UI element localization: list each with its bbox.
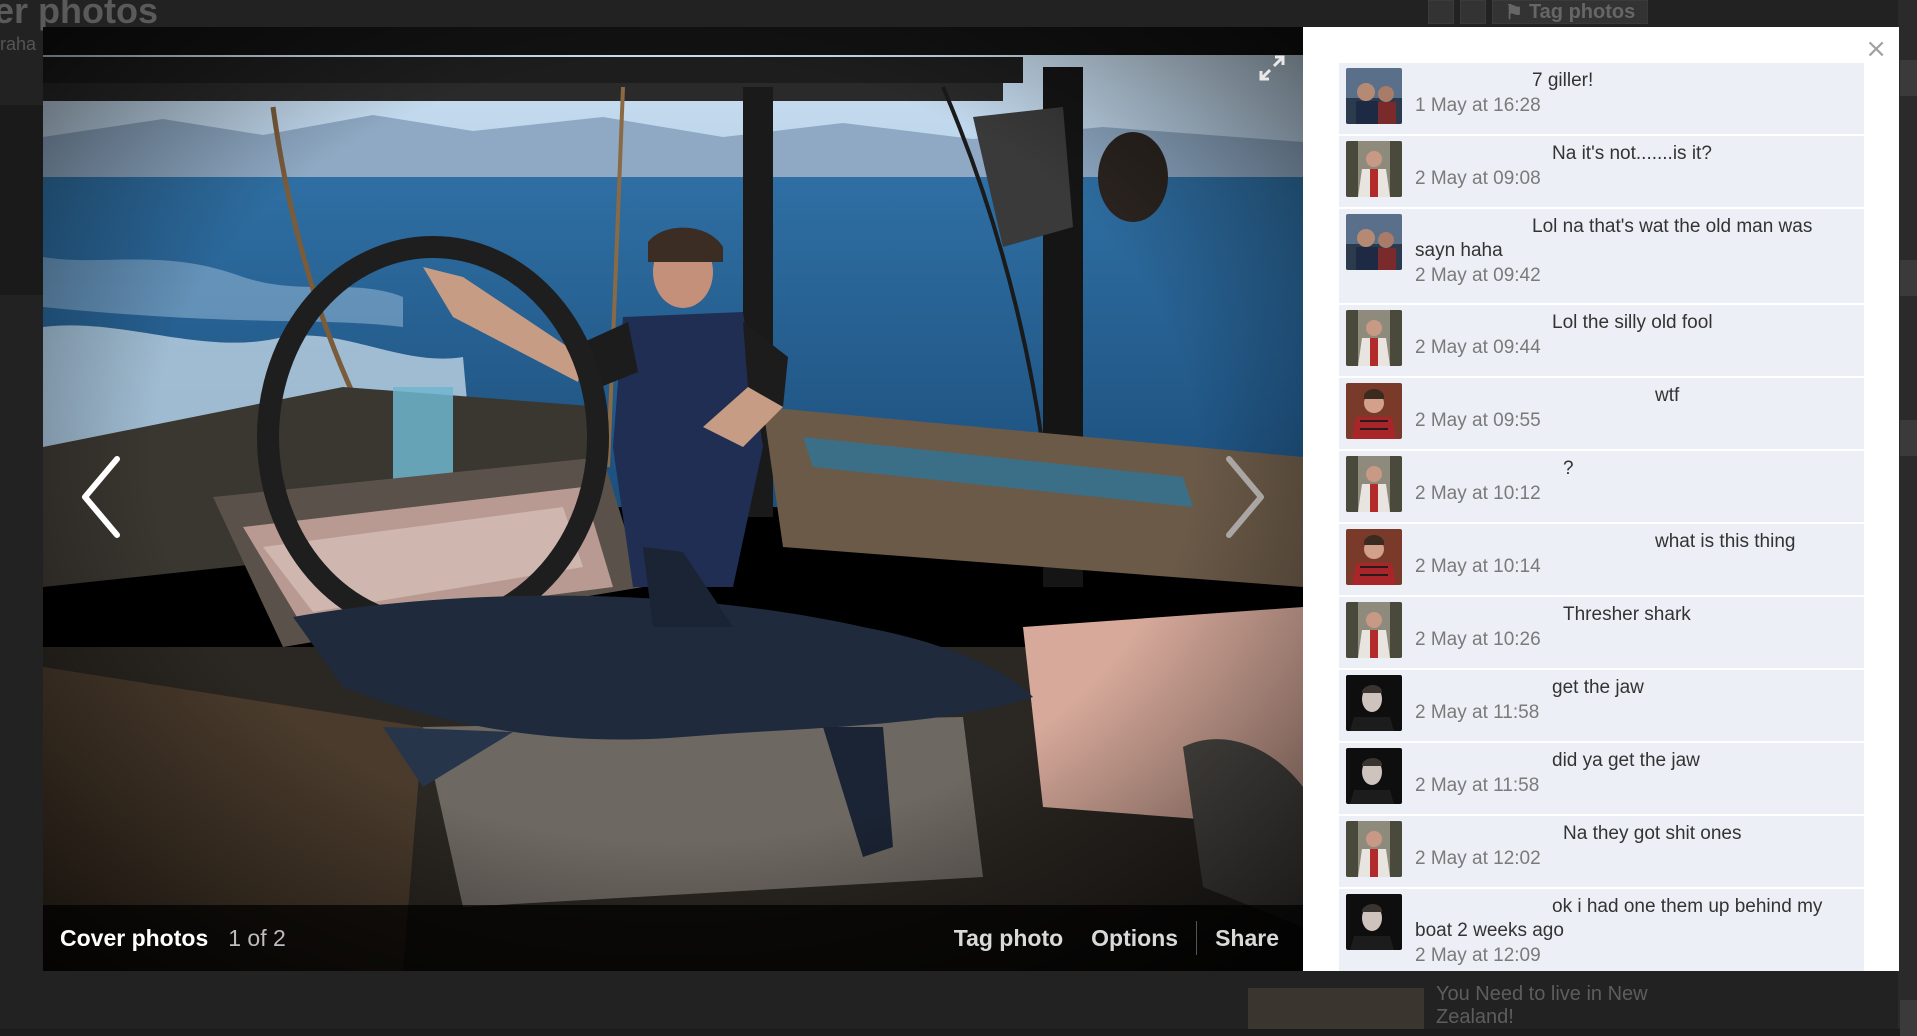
comment-body: Na they got shit ones: [1563, 823, 1742, 844]
comment-item: Na it's not.......is it? 2 May at 09:08: [1339, 136, 1864, 209]
photo-action-bar: Cover photos 1 of 2 Tag photo Options Sh…: [43, 905, 1303, 971]
comment-timestamp[interactable]: 1 May at 16:28: [1415, 93, 1854, 119]
comment-timestamp[interactable]: 2 May at 10:26: [1415, 627, 1854, 653]
avatar[interactable]: [1346, 456, 1402, 512]
comment-text: what is this thing: [1415, 530, 1854, 554]
comment-item: Thresher shark 2 May at 10:26: [1339, 597, 1864, 670]
photo-image: [43, 27, 1303, 971]
avatar[interactable]: [1346, 310, 1402, 366]
avatar[interactable]: [1346, 821, 1402, 877]
comment-timestamp[interactable]: 2 May at 09:55: [1415, 408, 1854, 434]
comment-list: 7 giller! 1 May at 16:28 Na it's not......…: [1339, 63, 1864, 971]
comment-body: ok i had one them up behind my boat 2 we…: [1415, 896, 1828, 941]
comment-item: ok i had one them up behind my boat 2 we…: [1339, 889, 1864, 971]
tag-icon: ⚑: [1505, 1, 1523, 24]
comment-text: ok i had one them up behind my boat 2 we…: [1415, 895, 1854, 943]
comment-body: Lol the silly old fool: [1552, 312, 1713, 333]
comment-body: ?: [1563, 458, 1574, 479]
comment-body: did ya get the jaw: [1552, 750, 1700, 771]
comment-timestamp[interactable]: 2 May at 12:09: [1415, 943, 1854, 969]
comment-text: Lol na that's wat the old man was sayn h…: [1415, 215, 1854, 263]
previous-photo-button[interactable]: [73, 447, 133, 547]
comment-text: Thresher shark: [1415, 603, 1854, 627]
comment-item: Lol the silly old fool 2 May at 09:44: [1339, 305, 1864, 378]
comment-item: wtf 2 May at 09:55: [1339, 378, 1864, 451]
comment-text: Lol the silly old fool: [1415, 311, 1854, 335]
photo: [43, 27, 1303, 971]
avatar[interactable]: [1346, 529, 1402, 585]
list-view-button[interactable]: [1460, 0, 1486, 24]
avatar[interactable]: [1346, 214, 1402, 270]
comment-text: get the jaw: [1415, 676, 1854, 700]
comment-text: Na they got shit ones: [1415, 822, 1854, 846]
comment-item: did ya get the jaw 2 May at 11:58: [1339, 743, 1864, 816]
comment-text: Na it's not.......is it?: [1415, 142, 1854, 166]
comment-timestamp[interactable]: 2 May at 12:02: [1415, 846, 1854, 872]
comment-text: 7 giller!: [1415, 69, 1854, 93]
comment-text: ?: [1415, 457, 1854, 481]
photo-position: 1 of 2: [228, 924, 286, 951]
avatar[interactable]: [1346, 748, 1402, 804]
comment-item: get the jaw 2 May at 11:58: [1339, 670, 1864, 743]
options-button[interactable]: Options: [1091, 925, 1178, 952]
background-block: [1900, 1000, 1917, 1036]
comment-timestamp[interactable]: 2 May at 09:42: [1415, 263, 1854, 289]
tag-photos-button[interactable]: ⚑ Tag photos: [1492, 0, 1649, 24]
comment-body: wtf: [1655, 385, 1680, 406]
chevron-right-icon: [1226, 456, 1264, 538]
comment-body: Na it's not.......is it?: [1552, 143, 1712, 164]
comment-body: 7 giller!: [1532, 70, 1594, 91]
share-button[interactable]: Share: [1215, 925, 1279, 952]
avatar[interactable]: [1346, 675, 1402, 731]
photo-viewer: Cover photos 1 of 2 Tag photo Options Sh…: [43, 27, 1303, 971]
background-news-text: You Need to live in New Zealand!: [1436, 983, 1648, 1028]
comment-timestamp[interactable]: 2 May at 11:58: [1415, 773, 1854, 799]
avatar[interactable]: [1346, 894, 1402, 950]
comment-timestamp[interactable]: 2 May at 09:08: [1415, 166, 1854, 192]
comment-body: what is this thing: [1655, 531, 1796, 552]
fullscreen-button[interactable]: [1255, 51, 1289, 85]
tag-photo-button[interactable]: Tag photo: [954, 925, 1063, 952]
chevron-left-icon: [82, 456, 120, 538]
background-block: [1900, 420, 1917, 456]
comment-body: Lol na that's wat the old man was sayn h…: [1415, 216, 1818, 261]
album-name-link[interactable]: Cover photos: [60, 925, 208, 952]
comment-item: ? 2 May at 10:12: [1339, 451, 1864, 524]
next-photo-button[interactable]: [1213, 447, 1273, 547]
comment-item: what is this thing 2 May at 10:14: [1339, 524, 1864, 597]
comment-timestamp[interactable]: 2 May at 11:58: [1415, 700, 1854, 726]
comment-timestamp[interactable]: 2 May at 09:44: [1415, 335, 1854, 361]
background-right-column: [1898, 0, 1917, 1036]
avatar[interactable]: [1346, 383, 1402, 439]
comment-timestamp[interactable]: 2 May at 10:12: [1415, 481, 1854, 507]
background-news-thumbnail: [1248, 988, 1424, 1029]
background-page-subtitle: raha: [0, 34, 37, 54]
comment-item: Na they got shit ones 2 May at 12:02: [1339, 816, 1864, 889]
comment-body: get the jaw: [1552, 677, 1644, 698]
background-thumbnail: [0, 105, 44, 295]
tag-photos-label: Tag photos: [1528, 0, 1636, 23]
comments-panel: × 7 giller! 1 May at 16:28 Na it's not....…: [1303, 27, 1899, 971]
background-toolbar: ⚑ Tag photos: [1428, 0, 1649, 24]
comment-item: Lol na that's wat the old man was sayn h…: [1339, 209, 1864, 305]
grid-view-button[interactable]: [1428, 0, 1454, 24]
comment-text: wtf: [1415, 384, 1854, 408]
avatar[interactable]: [1346, 68, 1402, 124]
background-block: [1900, 60, 1917, 96]
close-button[interactable]: ×: [1865, 36, 1887, 62]
expand-icon: [1259, 55, 1285, 81]
comment-body: Thresher shark: [1563, 604, 1691, 625]
comment-item: 7 giller! 1 May at 16:28: [1339, 63, 1864, 136]
comment-timestamp[interactable]: 2 May at 10:14: [1415, 554, 1854, 580]
comment-text: did ya get the jaw: [1415, 749, 1854, 773]
avatar[interactable]: [1346, 602, 1402, 658]
divider: [1196, 921, 1198, 955]
avatar[interactable]: [1346, 141, 1402, 197]
background-block: [1900, 260, 1917, 296]
